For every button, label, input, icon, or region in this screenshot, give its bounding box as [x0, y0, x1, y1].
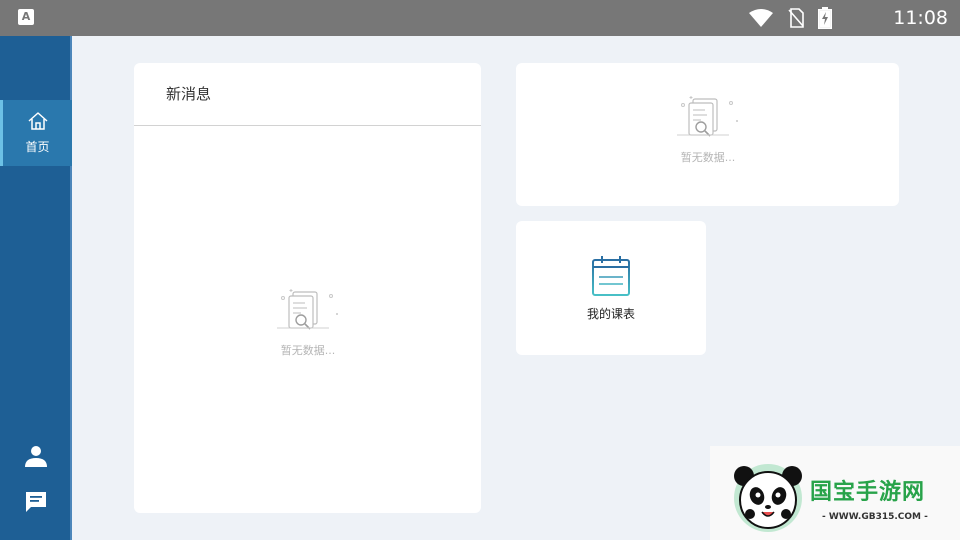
- messages-title: 新消息: [166, 85, 212, 103]
- sidebar-item-label: 首页: [25, 140, 50, 154]
- wifi-icon: [749, 9, 773, 27]
- home-icon: [28, 112, 48, 130]
- calendar-icon: [592, 256, 630, 296]
- messages-card: 新消息 暂无数据...: [134, 63, 481, 513]
- app-a-icon: A: [18, 9, 34, 25]
- battery-charging-icon: [818, 7, 832, 29]
- my-schedule-label: 我的课表: [586, 307, 635, 321]
- panda-logo-icon: [734, 464, 802, 532]
- empty-state: 暂无数据...: [258, 288, 358, 358]
- watermark-url: - WWW.GB315.COM -: [822, 512, 928, 522]
- status-icons: [748, 6, 832, 30]
- empty-document-icon: [277, 289, 338, 330]
- info-card: 暂无数据...: [516, 63, 899, 206]
- sidebar-item-home[interactable]: 首页: [0, 100, 72, 166]
- message-icon[interactable]: [24, 490, 48, 514]
- my-schedule-card[interactable]: 我的课表: [516, 221, 706, 355]
- watermark-brand: 国宝手游网: [810, 480, 926, 505]
- sidebar: 首页: [0, 36, 72, 540]
- user-icon[interactable]: [24, 444, 48, 468]
- watermark: 国宝手游网 - WWW.GB315.COM -: [710, 446, 960, 540]
- empty-text: 暂无数据...: [280, 344, 336, 357]
- status-bar: A 11:08: [0, 0, 960, 36]
- empty-text: 暂无数据...: [680, 151, 736, 164]
- divider: [134, 125, 481, 126]
- no-sim-icon: [788, 8, 804, 28]
- clock: 11:08: [893, 7, 948, 29]
- empty-document-icon: [677, 96, 738, 137]
- empty-state: 暂无数据...: [658, 95, 758, 165]
